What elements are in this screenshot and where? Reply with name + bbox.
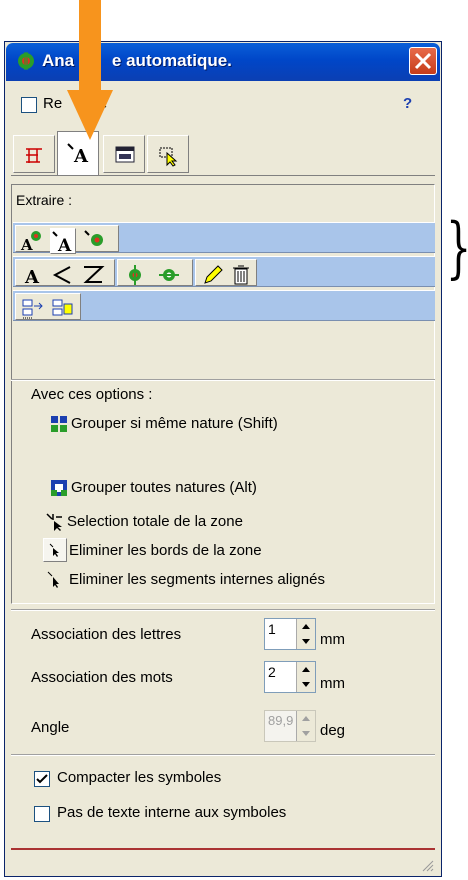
divider — [11, 379, 435, 381]
resize-grip-icon[interactable] — [420, 858, 434, 872]
grouper-toutes-natures-label: Grouper toutes natures (Alt) — [71, 479, 257, 496]
extract-symbol-icon[interactable] — [82, 228, 108, 254]
tab-table-zone[interactable] — [13, 135, 55, 173]
pas-texte-label: Pas de texte interne aux symboles — [57, 804, 287, 821]
pas-texte-checkbox[interactable] — [34, 806, 50, 822]
spin-arrows-icon — [302, 667, 310, 687]
close-x-icon — [414, 52, 432, 70]
symbol-link-icon[interactable] — [156, 262, 182, 288]
divider — [11, 609, 435, 611]
angle-spinner: 89,9 — [264, 710, 316, 742]
layout-align-icon[interactable] — [50, 296, 76, 322]
annotation-arrow — [67, 0, 113, 140]
dimension-icon[interactable] — [80, 262, 106, 288]
spin-arrows-icon — [302, 624, 310, 644]
svg-text:A: A — [73, 146, 89, 166]
reticule-checkbox[interactable] — [21, 97, 37, 113]
selection-totale-label: Selection totale de la zone — [67, 513, 243, 530]
tab-pointer-select[interactable] — [147, 135, 189, 173]
group-all-icon[interactable] — [51, 480, 67, 496]
svg-text:A: A — [24, 267, 40, 288]
extract-text-symbol-icon[interactable]: A — [18, 228, 44, 254]
eliminer-segments-label: Eliminer les segments internes alignés — [69, 571, 325, 588]
assoc-mots-label: Association des mots — [31, 669, 173, 686]
extract-group-4 — [195, 259, 257, 286]
window-form-icon — [115, 146, 135, 163]
symbol-icon[interactable] — [122, 262, 148, 288]
angle-label: Angle — [31, 719, 70, 736]
spin-arrows-icon — [302, 716, 310, 736]
pencil-icon[interactable] — [200, 262, 226, 288]
text-icon[interactable]: A — [20, 262, 46, 288]
selection-total-icon[interactable] — [44, 511, 66, 533]
extract-toolbar-2: A — [13, 256, 435, 288]
extract-group-1: A A — [15, 225, 119, 254]
svg-text:A: A — [57, 236, 72, 254]
assoc-lettres-unit: mm — [320, 631, 345, 648]
close-button[interactable] — [409, 47, 437, 75]
compacter-label: Compacter les symboles — [57, 769, 222, 786]
layout-move-icon[interactable] — [20, 296, 46, 322]
table-zone-icon — [26, 148, 42, 163]
angle-icon[interactable] — [50, 262, 76, 288]
status-bar — [11, 848, 435, 876]
angle-unit: deg — [320, 722, 346, 739]
spin-arrows[interactable] — [296, 619, 315, 649]
annotation-brace: } — [446, 215, 468, 281]
svg-text:A: A — [20, 236, 33, 254]
extraire-label: Extraire : — [16, 192, 73, 208]
assoc-mots-unit: mm — [320, 675, 345, 692]
assoc-lettres-label: Association des lettres — [31, 626, 182, 643]
grouper-meme-nature-label: Grouper si même nature (Shift) — [71, 415, 278, 432]
extract-toolbar-1: A A — [13, 222, 435, 254]
checkmark-icon — [36, 774, 48, 784]
divider — [11, 754, 435, 756]
text-a-icon: A — [67, 143, 89, 166]
extract-toolbar-3 — [13, 290, 435, 321]
segment-pointer-icon[interactable] — [46, 570, 66, 590]
eliminer-bords-label: Eliminer les bords de la zone — [69, 542, 262, 559]
extract-text-icon[interactable]: A — [50, 228, 76, 254]
options-title: Avec ces options : — [31, 386, 153, 403]
extract-group-3 — [117, 259, 193, 286]
trash-icon[interactable] — [228, 262, 254, 288]
spin-arrows[interactable] — [296, 662, 315, 692]
eliminer-bords-button[interactable] — [43, 538, 67, 562]
app-icon — [16, 51, 36, 71]
help-button[interactable]: ? — [403, 95, 412, 112]
compacter-checkbox[interactable] — [34, 771, 50, 787]
extract-group-5 — [15, 293, 81, 320]
assoc-mots-spinner[interactable]: 2 — [264, 661, 316, 693]
pointer-select-icon — [159, 147, 178, 167]
border-pointer-icon — [49, 543, 59, 557]
extract-group-2: A — [15, 259, 115, 288]
group-same-icon[interactable] — [51, 416, 67, 432]
assoc-lettres-spinner[interactable]: 1 — [264, 618, 316, 650]
spin-arrows — [296, 711, 315, 741]
